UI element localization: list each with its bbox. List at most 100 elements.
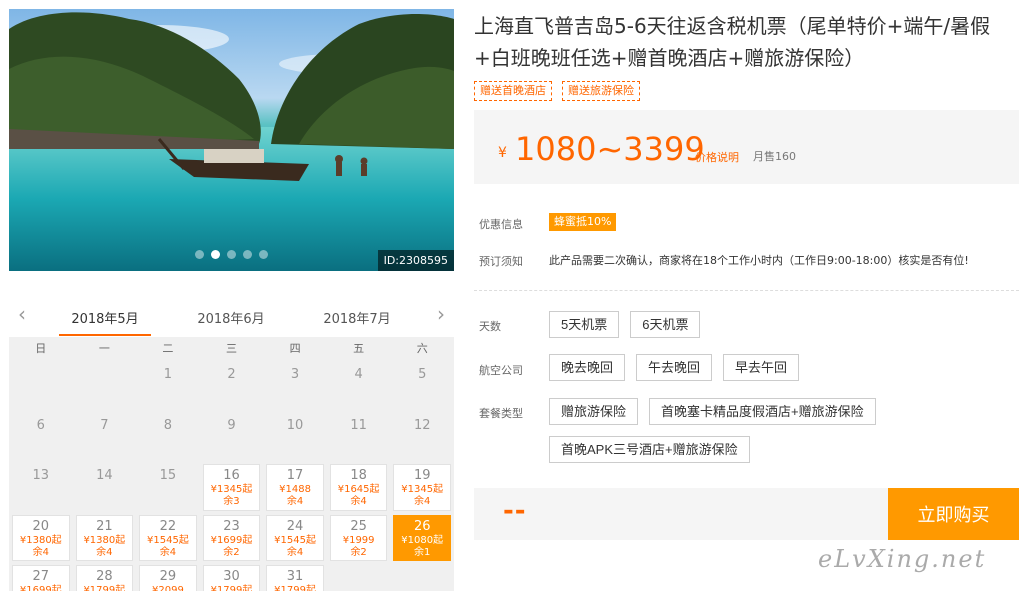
option-apk-hotel-insurance[interactable]: 首晚APK三号酒店+赠旅游保险 <box>549 436 750 463</box>
day-price: ¥1799起 <box>274 585 316 591</box>
day-number: 21 <box>96 518 113 534</box>
price-calendar: ‹ 2018年5月 2018年6月 2018年7月 › 日一二三四五六 1234… <box>9 299 454 591</box>
tab-month-july[interactable]: 2018年7月 <box>311 308 403 327</box>
product-photo[interactable]: ID:2308595 <box>9 9 454 271</box>
day-number: 5 <box>418 367 427 382</box>
tab-month-june[interactable]: 2018年6月 <box>185 308 277 327</box>
tag-first-night-hotel: 赠送首晚酒店 <box>474 81 552 101</box>
calendar-day-selected[interactable]: 26 ¥1080起 余1 <box>393 514 451 562</box>
calendar-grid: 1 2 3 4 5 6 7 8 9 10 11 12 13 14 15 16 ¥1345起 余3 17 ¥1488 余4… <box>9 361 454 591</box>
option-noon-go-late-return[interactable]: 午去晚回 <box>636 354 713 381</box>
day-price: ¥1699起 <box>210 534 253 546</box>
day-number: 7 <box>100 417 109 433</box>
day-number: 29 <box>159 569 177 585</box>
option-6-day-ticket[interactable]: 6天机票 <box>630 311 701 338</box>
day-number: 25 <box>350 518 367 534</box>
chevron-left-icon[interactable]: ‹ <box>12 304 32 325</box>
carousel-dot[interactable] <box>195 250 204 259</box>
calendar-day: 4 <box>327 361 391 412</box>
calendar-day: 14 <box>73 462 137 513</box>
day-stock: 余4 <box>159 546 177 558</box>
package-label: 套餐类型 <box>479 407 523 420</box>
carousel-dot[interactable] <box>243 250 252 259</box>
day-number: 23 <box>223 518 240 534</box>
day-number: 14 <box>96 468 113 484</box>
weekday-label: 五 <box>353 342 365 355</box>
calendar-empty-cell <box>9 361 73 412</box>
day-price: ¥1699起 <box>19 585 62 591</box>
price-panel: ¥ 1080~3399 价格说明 月售160 <box>474 110 1019 184</box>
tab-month-may[interactable]: 2018年5月 <box>59 308 151 336</box>
day-number: 1 <box>163 367 173 382</box>
day-price: ¥1545起 <box>147 534 189 546</box>
calendar-day: 1 <box>136 361 200 412</box>
day-number: 22 <box>159 518 177 534</box>
days-label: 天数 <box>479 320 501 333</box>
day-number: 6 <box>36 417 45 433</box>
site-watermark: eLvXing.net <box>818 545 987 573</box>
monthly-sales: 月售160 <box>753 150 796 163</box>
day-number: 8 <box>163 417 173 433</box>
calendar-day: 15 <box>136 462 200 513</box>
day-price: ¥1799起 <box>210 585 253 591</box>
calendar-day: 9 <box>200 412 264 463</box>
day-stock: 余3 <box>223 496 240 508</box>
carousel-dot[interactable] <box>211 250 220 259</box>
day-stock: 余4 <box>96 546 113 558</box>
day-stock: 余4 <box>350 496 367 508</box>
calendar-day[interactable]: 25 ¥1999 余2 <box>329 514 388 562</box>
calendar-day[interactable]: 30¥1799起余4 <box>202 565 261 591</box>
calendar-day[interactable]: 29¥2099余4 <box>139 565 197 591</box>
weekday-label: 二 <box>162 342 174 355</box>
day-number: 3 <box>290 367 300 382</box>
carousel-dot[interactable] <box>259 250 268 259</box>
day-number: 2 <box>227 367 236 382</box>
calendar-day[interactable]: 24 ¥1545起 余4 <box>266 514 324 562</box>
calendar-day[interactable]: 16 ¥1345起 余3 <box>202 464 261 511</box>
calendar-day[interactable]: 28¥1799起余4 <box>75 565 134 591</box>
booking-notice-label: 预订须知 <box>479 255 523 268</box>
calendar-day[interactable]: 23 ¥1699起 余2 <box>202 514 261 562</box>
day-stock: 余4 <box>286 496 304 508</box>
calendar-day: 10 <box>263 412 327 463</box>
airline-options: 晚去晚回 午去晚回 早去午回 <box>549 354 800 381</box>
weekday-label: 一 <box>98 342 110 355</box>
chevron-right-icon[interactable]: › <box>431 304 451 325</box>
day-price: ¥1999 <box>342 534 375 546</box>
option-5-day-ticket[interactable]: 5天机票 <box>549 311 620 338</box>
day-number: 10 <box>286 417 304 433</box>
calendar-day[interactable]: 20 ¥1380起 余4 <box>12 514 70 562</box>
day-number: 19 <box>413 468 431 484</box>
calendar-day: 3 <box>263 361 327 412</box>
day-number: 13 <box>32 468 50 484</box>
calendar-day[interactable]: 31¥1799起余4 <box>266 565 324 591</box>
airline-label: 航空公司 <box>479 364 523 377</box>
day-number: 17 <box>286 468 304 484</box>
price-explanation-link[interactable]: 价格说明 <box>695 149 739 165</box>
buy-now-button[interactable]: 立即购买 <box>888 488 1019 540</box>
day-price: ¥2099 <box>152 585 184 591</box>
calendar-day: 11 <box>327 412 391 463</box>
carousel-dot[interactable] <box>227 250 236 259</box>
day-price: ¥1380起 <box>83 534 126 546</box>
calendar-day[interactable]: 17 ¥1488 余4 <box>266 464 324 511</box>
calendar-day: 6 <box>9 412 73 463</box>
booking-notice-text: 此产品需要二次确认，商家将在18个工作小时内（工作日9:00-18:00）核实是… <box>549 254 969 267</box>
day-stock: 余1 <box>414 546 431 558</box>
day-stock: 余2 <box>223 546 240 558</box>
product-title: 上海直飞普吉岛5-6天往返含税机票（尾单特价+端午/暑假+白班晚班任选+赠首晚酒… <box>474 14 991 70</box>
option-travel-insurance[interactable]: 赠旅游保险 <box>549 398 639 425</box>
calendar-empty-cell <box>73 361 137 412</box>
calendar-day[interactable]: 27¥1699起余4 <box>12 565 70 591</box>
calendar-day[interactable]: 21 ¥1380起 余4 <box>75 514 134 562</box>
purchase-bar: -- 立即购买 <box>474 488 1019 540</box>
calendar-day[interactable]: 22 ¥1545起 余4 <box>139 514 197 562</box>
option-late-go-late-return[interactable]: 晚去晚回 <box>549 354 626 381</box>
calendar-day[interactable]: 18 ¥1645起 余4 <box>329 464 388 511</box>
calendar-day: 13 <box>9 462 73 513</box>
option-seka-hotel-insurance[interactable]: 首晚塞卡精品度假酒店+赠旅游保险 <box>649 398 876 425</box>
day-price: ¥1645起 <box>337 484 380 496</box>
option-early-go-noon-return[interactable]: 早去午回 <box>723 354 800 381</box>
calendar-day: 5 <box>390 361 454 412</box>
calendar-day[interactable]: 19 ¥1345起 余4 <box>393 464 451 511</box>
